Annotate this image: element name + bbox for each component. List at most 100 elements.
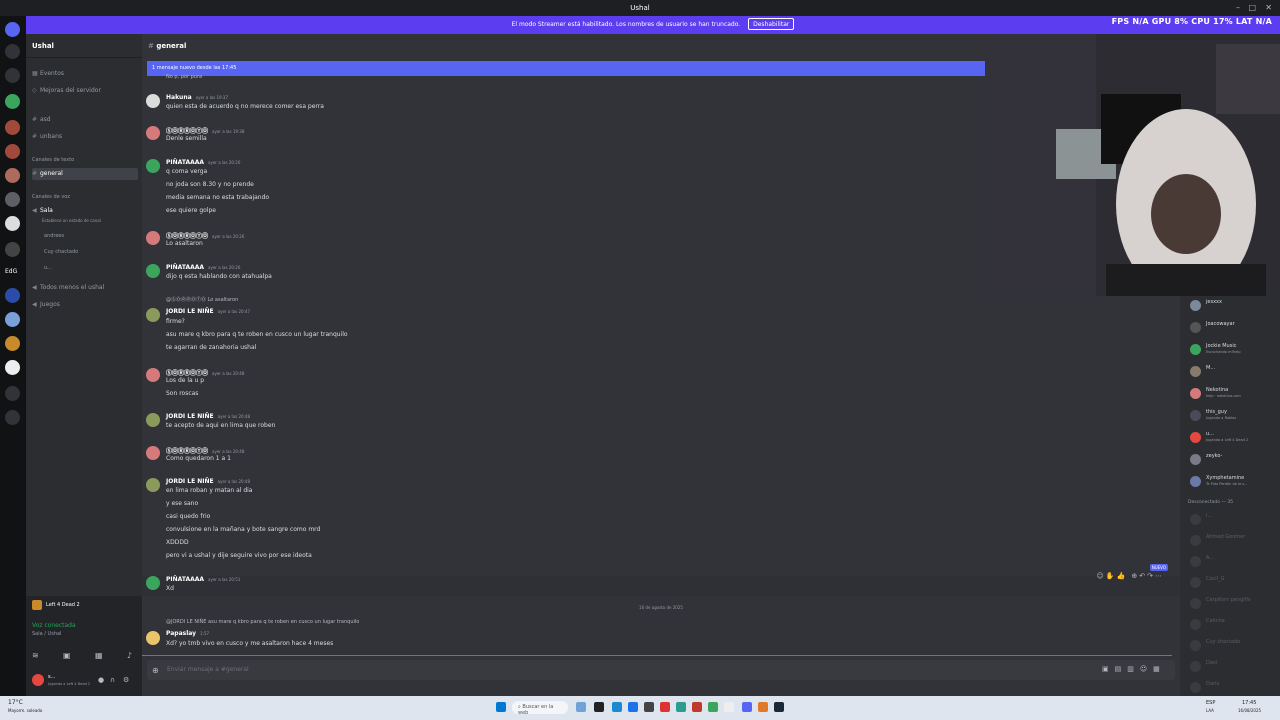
avatar[interactable] — [1190, 661, 1201, 672]
category-text[interactable]: Canales de texto — [32, 154, 138, 166]
avatar[interactable] — [1190, 682, 1201, 693]
server-icon[interactable] — [5, 120, 20, 135]
new-messages-bar[interactable]: 1 mensaje nuevo desde las 17:45 — [147, 61, 985, 76]
avatar[interactable] — [146, 159, 160, 173]
avatar[interactable] — [1190, 598, 1201, 609]
voice-channel-path[interactable]: Sala / Ushal — [32, 631, 61, 637]
folder-label[interactable]: EdG — [5, 268, 17, 275]
member-item[interactable]: Jockie Music Escuchando m!help — [1186, 342, 1280, 358]
discord-home-icon[interactable] — [5, 22, 20, 37]
server-icon[interactable] — [5, 360, 20, 375]
member-item[interactable]: I... — [1186, 512, 1280, 528]
gear-icon[interactable]: ⚙ — [123, 676, 129, 684]
author[interactable]: ⓈⓄⓇⓇⓄⓉⓄ ayer a las 20:48 — [166, 368, 244, 377]
avatar[interactable] — [146, 94, 160, 108]
headphones-icon[interactable]: ∩ — [110, 676, 115, 684]
app-icon[interactable] — [708, 702, 718, 712]
user-name[interactable]: s... — [48, 674, 55, 680]
server-icon[interactable] — [5, 68, 20, 83]
member-item[interactable]: A... — [1186, 554, 1280, 570]
avatar[interactable] — [1190, 476, 1201, 487]
reply-preview[interactable]: @JORDI LE NIÑE asu mare q kbro para q te… — [166, 619, 359, 625]
member-item[interactable]: Xymphetamine Te Pido Perdón de la s... — [1186, 474, 1280, 490]
member-item[interactable]: u... Jugando a Left 4 Dead 2 — [1186, 430, 1280, 446]
member-item[interactable]: Ahmed Goomer — [1186, 533, 1280, 549]
server-icon[interactable] — [5, 168, 20, 183]
member-item[interactable]: zeyko- — [1186, 452, 1280, 468]
avatar[interactable] — [146, 231, 160, 245]
server-icon[interactable] — [5, 192, 20, 207]
avatar[interactable] — [1190, 366, 1201, 377]
voice-connected[interactable]: Voz conectada — [32, 622, 76, 629]
author[interactable]: Hakuna ayer a las 19:37 — [166, 94, 228, 101]
author[interactable]: PIÑATAAAA ayer a las 20:51 — [166, 576, 240, 583]
author[interactable]: ⓈⓄⓇⓇⓄⓉⓄ ayer a las 19:38 — [166, 126, 244, 135]
server-icon[interactable] — [5, 242, 20, 257]
server-name[interactable]: Ushal — [26, 34, 142, 58]
composer-actions[interactable]: ▣▤▥☺▦ — [1102, 665, 1166, 673]
member-item[interactable]: Dani — [1186, 659, 1280, 675]
events-item[interactable]: ▦ Eventos — [32, 68, 138, 80]
avatar[interactable] — [146, 576, 160, 590]
add-server-icon[interactable] — [5, 386, 20, 401]
avatar[interactable] — [146, 413, 160, 427]
member-item[interactable]: M... — [1186, 364, 1280, 380]
author[interactable]: ⓈⓄⓇⓇⓄⓉⓄ ayer a las 20:26 — [166, 231, 244, 240]
author[interactable]: PIÑATAAAA ayer a las 20:26 — [166, 264, 240, 271]
channel-general[interactable]: # general — [32, 168, 138, 180]
voice-user[interactable]: andrees — [44, 230, 138, 242]
avatar[interactable] — [1190, 640, 1201, 651]
avatar[interactable] — [146, 478, 160, 492]
app-icon[interactable] — [758, 702, 768, 712]
server-icon[interactable] — [5, 216, 20, 231]
reply-preview[interactable]: @ⓈⓄⓇⓇⓄⓉⓄ Lo asaltaron — [166, 296, 238, 303]
channel-unbans[interactable]: # unbans — [32, 131, 138, 143]
author[interactable]: JORDI LE NIÑE ayer a las 20:48 — [166, 478, 250, 485]
clock-time[interactable]: 17:45 — [1242, 700, 1256, 706]
author[interactable]: PIÑATAAAA ayer a las 20:20 — [166, 159, 240, 166]
disable-streamer-button[interactable]: Deshabilitar — [748, 18, 795, 30]
language[interactable]: ESP — [1206, 700, 1215, 706]
server-icon[interactable] — [5, 288, 20, 303]
avatar[interactable] — [1190, 619, 1201, 630]
author[interactable]: Papaslay 1:57 — [166, 630, 209, 637]
avatar[interactable] — [32, 674, 44, 686]
avatar[interactable] — [146, 126, 160, 140]
app-icon[interactable] — [692, 702, 702, 712]
clock-date[interactable]: 16/08/2025 — [1238, 708, 1261, 713]
member-item[interactable]: Dario — [1186, 680, 1280, 696]
voice-user[interactable]: u... — [44, 262, 138, 274]
activity-icon[interactable]: ▦ — [95, 651, 103, 665]
member-item[interactable]: Nekotina help · nekotina.com — [1186, 386, 1280, 402]
voice-user[interactable]: Cuy chactado — [44, 246, 138, 258]
app-icon[interactable] — [724, 702, 734, 712]
app-icon[interactable] — [660, 702, 670, 712]
maximize-icon[interactable]: □ — [1248, 3, 1256, 12]
member-item[interactable]: Cuy chactado — [1186, 638, 1280, 654]
category-voice[interactable]: Canales de voz — [32, 191, 138, 203]
avatar[interactable] — [1190, 388, 1201, 399]
camera-icon[interactable]: ▣ — [63, 651, 71, 665]
avatar[interactable] — [1190, 410, 1201, 421]
widget-icon[interactable] — [576, 702, 586, 712]
avatar[interactable] — [146, 264, 160, 278]
author[interactable]: ⓈⓄⓇⓇⓄⓉⓄ ayer a las 20:48 — [166, 446, 244, 455]
author[interactable]: JORDI LE NIÑE ayer a las 20:47 — [166, 308, 250, 315]
voice-channel-juegos[interactable]: ◀ Juegos — [32, 299, 138, 311]
message-input[interactable]: Enviar mensaje a #general — [147, 660, 1175, 680]
voice-channel-todos[interactable]: ◀ Todos menos el ushal — [32, 282, 138, 294]
steam-icon[interactable] — [774, 702, 784, 712]
avatar[interactable] — [1190, 577, 1201, 588]
app-icon[interactable] — [676, 702, 686, 712]
soundboard-icon[interactable]: ♪ — [127, 651, 132, 665]
server-icon[interactable] — [5, 336, 20, 351]
explore-icon[interactable] — [5, 410, 20, 425]
language-layout[interactable]: LAA — [1206, 708, 1214, 713]
server-icon[interactable] — [5, 44, 20, 59]
noise-icon[interactable]: ≋ — [32, 651, 39, 665]
avatar[interactable] — [1190, 344, 1201, 355]
mic-icon[interactable]: ● — [98, 676, 104, 684]
member-item[interactable]: Cahcha — [1186, 617, 1280, 633]
message-actions[interactable]: ☺✋👍 ⊕↶↷⋯ — [1096, 572, 1164, 580]
avatar[interactable] — [1190, 556, 1201, 567]
